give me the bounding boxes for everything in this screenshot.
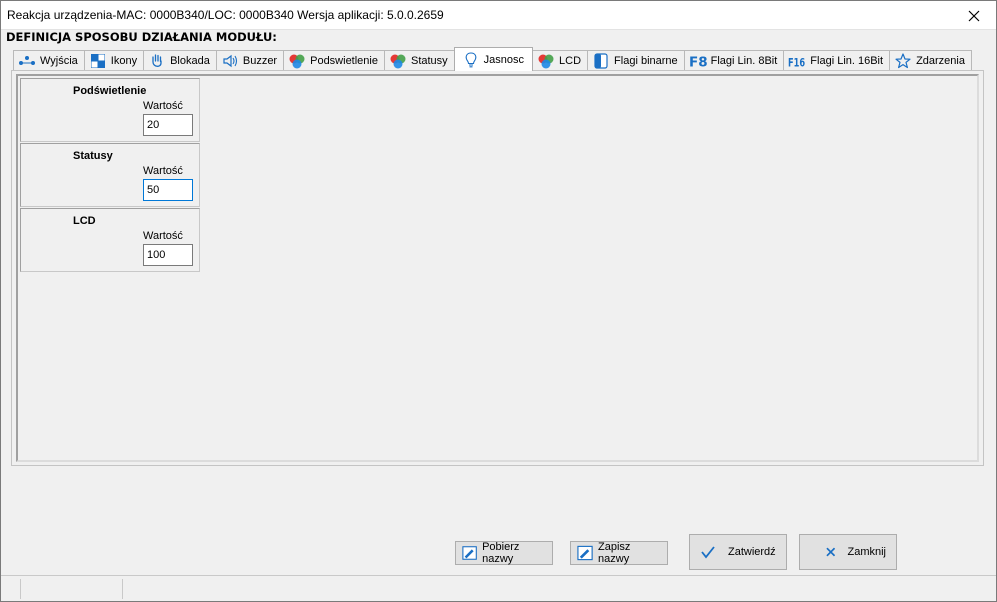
close-icon (826, 547, 836, 557)
value-label: Wartość (143, 165, 183, 177)
close-button[interactable]: Zamknij (799, 534, 897, 570)
tab-flagi-binarne[interactable]: Flagi binarne (587, 50, 685, 71)
tab-flagi-lin-8bit[interactable]: F8 Flagi Lin. 8Bit (683, 50, 785, 71)
f8-icon: F8 (689, 53, 707, 69)
tab-label: Flagi Lin. 8Bit (710, 55, 778, 67)
rgb-icon (537, 53, 555, 69)
group-title: Statusy (73, 150, 113, 162)
tab-wyjscia[interactable]: Wyjścia (13, 50, 85, 71)
star-icon (894, 53, 912, 69)
svg-text:F8: F8 (689, 54, 707, 69)
panel-content: Podświetlenie Wartość Statusy Wartość LC… (16, 74, 979, 462)
value-label: Wartość (143, 100, 183, 112)
outputs-icon (18, 53, 36, 69)
icons-icon (89, 53, 107, 69)
dialog-window: Reakcja urządzenia-MAC: 0000B340/LOC: 00… (0, 0, 997, 602)
tab-zdarzenia[interactable]: Zdarzenia (889, 50, 972, 71)
hand-icon (148, 53, 166, 69)
tab-buzzer[interactable]: Buzzer (215, 50, 285, 71)
section-title: DEFINICJA SPOSOBU DZIAŁANIA MODUŁU: (6, 30, 277, 44)
bulb-icon (462, 51, 480, 68)
podswietlenie-value-input[interactable] (143, 114, 193, 136)
button-label: Zamknij (847, 546, 886, 558)
title-bar: Reakcja urządzenia-MAC: 0000B340/LOC: 00… (1, 1, 996, 30)
fetch-names-button[interactable]: Pobierz nazwy (455, 541, 553, 565)
status-cell (21, 579, 123, 599)
tab-label: Wyjścia (40, 55, 78, 67)
tab-blokada[interactable]: Blokada (143, 50, 217, 71)
button-label: Zapisz nazwy (598, 541, 631, 565)
flag-icon (592, 53, 610, 69)
tab-lcd[interactable]: LCD (532, 50, 589, 71)
close-window-button[interactable] (952, 1, 996, 30)
tab-label: Buzzer (242, 55, 278, 67)
edit-doc-icon (462, 546, 477, 560)
window-title: Reakcja urządzenia-MAC: 0000B340/LOC: 00… (7, 8, 444, 22)
f16-icon: F16 (788, 53, 806, 69)
tab-jasnosc[interactable]: Jasnosc (453, 47, 534, 71)
close-icon (968, 10, 980, 21)
tab-label: Zdarzenia (916, 55, 965, 67)
rgb-icon (389, 53, 407, 69)
tab-label: Flagi Lin. 16Bit (810, 55, 884, 67)
button-label: Zatwierdź (728, 546, 776, 558)
group-title: LCD (73, 215, 96, 227)
tab-label: Jasnosc (483, 53, 525, 66)
group-statusy: Statusy Wartość (20, 143, 200, 207)
speaker-icon (221, 53, 239, 69)
value-label: Wartość (143, 230, 183, 242)
statusy-value-input[interactable] (143, 179, 193, 201)
status-cell (1, 579, 21, 599)
group-lcd: LCD Wartość (20, 208, 200, 272)
button-label: Pobierz nazwy (482, 541, 520, 565)
tab-podswietlenie[interactable]: Podswietlenie (283, 50, 385, 71)
tab-label: Ikony (110, 55, 138, 67)
lcd-value-input[interactable] (143, 244, 193, 266)
svg-text:F16: F16 (788, 55, 805, 69)
tab-flagi-lin-16bit[interactable]: F16 Flagi Lin. 16Bit (783, 50, 891, 71)
status-bar (1, 575, 996, 601)
group-podswietlenie: Podświetlenie Wartość (20, 78, 200, 142)
tab-label: LCD (559, 55, 582, 67)
tab-label: Podswietlenie (310, 55, 378, 67)
tab-label: Statusy (410, 55, 448, 67)
tab-panel-jasnosc: Podświetlenie Wartość Statusy Wartość LC… (11, 70, 984, 466)
tab-label: Flagi binarne (614, 55, 678, 67)
rgb-icon (288, 53, 306, 69)
edit-doc-icon (577, 545, 593, 561)
tab-strip: Wyjścia Ikony Blokada Buzzer Podswietlen… (13, 47, 972, 71)
tab-statusy[interactable]: Statusy (383, 50, 455, 71)
tab-label: Blokada (170, 55, 210, 67)
save-names-button[interactable]: Zapisz nazwy (570, 541, 668, 565)
check-icon (701, 546, 715, 559)
confirm-button[interactable]: Zatwierdź (689, 534, 787, 570)
tab-ikony[interactable]: Ikony (83, 50, 145, 71)
group-title: Podświetlenie (73, 85, 147, 97)
